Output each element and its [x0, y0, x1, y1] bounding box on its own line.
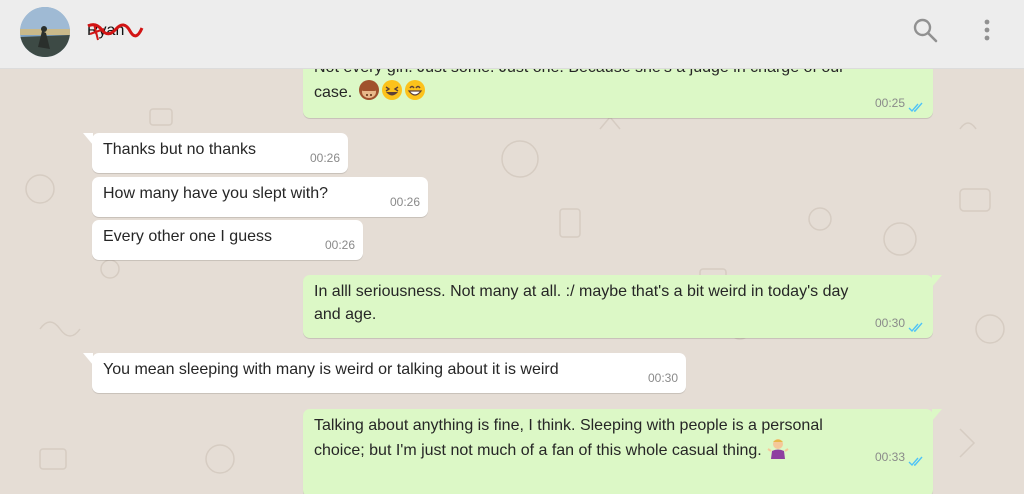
message-time: 00:26	[309, 151, 340, 165]
read-ticks-icon	[908, 456, 923, 467]
see-no-evil-monkey-icon	[358, 79, 380, 108]
message-bubble-outgoing[interactable]: In alll seriousness. Not many at all. :/…	[303, 275, 942, 338]
message-bubble-outgoing[interactable]: Not every girl. Just some. Just one. Bec…	[303, 69, 933, 118]
message-list[interactable]: Not every girl. Just some. Just one. Bec…	[0, 69, 1024, 494]
message-text: Talking about anything is fine, I think.…	[314, 417, 823, 434]
message-time: 00:25	[874, 96, 905, 110]
bubble-tail	[83, 353, 93, 365]
message-text: You mean sleeping with many is weird or …	[103, 361, 559, 378]
message-text-line2: case.	[314, 79, 923, 108]
message-text: How many have you slept with?	[103, 185, 328, 202]
redaction-scribble	[87, 23, 144, 41]
woman-shrugging-icon	[767, 437, 789, 466]
bubble-tail	[932, 409, 942, 421]
message-time: 00:33	[874, 450, 905, 464]
message-bubble-incoming[interactable]: Thanks but no thanks 00:26	[83, 133, 348, 173]
message-time: 00:30	[647, 371, 678, 385]
message-bubble-incoming[interactable]: You mean sleeping with many is weird or …	[83, 353, 686, 393]
grinning-face-icon	[404, 79, 426, 108]
message-text: Not every girl. Just some. Just one. Bec…	[314, 69, 923, 79]
read-ticks-icon	[908, 102, 923, 113]
message-text-line2: choice; but I'm just not much of a fan o…	[314, 437, 923, 466]
message-text: In alll seriousness. Not many at all. :/…	[314, 283, 849, 300]
message-bubble-outgoing[interactable]: Talking about anything is fine, I think.…	[303, 409, 942, 494]
laughing-face-icon	[381, 79, 403, 108]
bubble-tail	[932, 275, 942, 287]
search-icon[interactable]	[912, 17, 938, 48]
message-time: 00:26	[324, 238, 355, 252]
message-time: 00:26	[389, 195, 420, 209]
bubble-tail	[83, 133, 93, 145]
message-text-line2: and age.	[314, 306, 377, 323]
message-bubble-incoming[interactable]: Every other one I guess 00:26	[92, 220, 363, 260]
message-text: Thanks but no thanks	[103, 141, 256, 158]
message-text: Every other one I guess	[103, 228, 272, 245]
read-ticks-icon	[908, 322, 923, 333]
menu-icon[interactable]	[976, 17, 998, 48]
chat-header: Ryan	[0, 0, 1024, 69]
message-bubble-incoming[interactable]: How many have you slept with? 00:26	[92, 177, 428, 217]
contact-avatar[interactable]	[20, 7, 70, 57]
message-time: 00:30	[874, 316, 905, 330]
